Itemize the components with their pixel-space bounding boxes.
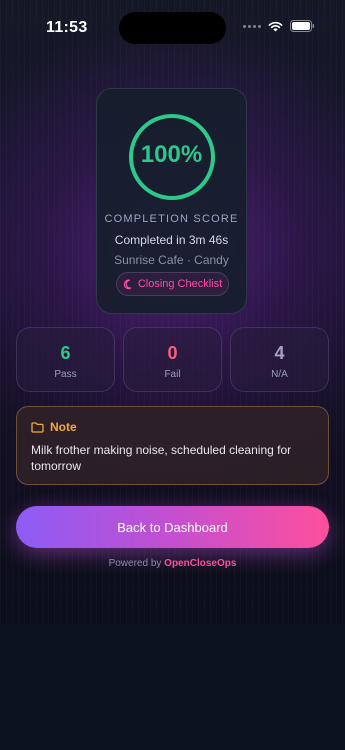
note-text: Milk frother making noise, scheduled cle… bbox=[31, 443, 292, 473]
brand-link[interactable]: OpenCloseOps bbox=[164, 558, 236, 569]
stat-na-label: N/A bbox=[271, 369, 288, 380]
score-value: 100% bbox=[140, 141, 203, 168]
stat-card-fail: 0 Fail bbox=[123, 327, 222, 392]
stat-fail-label: Fail bbox=[164, 369, 181, 380]
location-label: Sunrise Cafe · Candy bbox=[114, 253, 229, 267]
completion-duration: Completed in 3m 46s bbox=[114, 233, 229, 247]
powered-by-prefix: Powered by bbox=[108, 558, 162, 569]
score-label: COMPLETION SCORE bbox=[104, 213, 239, 225]
stat-card-na: 4 N/A bbox=[230, 327, 329, 392]
dynamic-island bbox=[119, 12, 226, 44]
checklist-badge[interactable]: Closing Checklist bbox=[116, 272, 229, 296]
note-header: Note bbox=[31, 420, 77, 434]
stat-pass-label: Pass bbox=[54, 369, 77, 380]
stat-fail-value: 0 bbox=[167, 343, 178, 363]
status-icons bbox=[243, 20, 315, 32]
note-card: Note Milk frother making noise, schedule… bbox=[16, 406, 329, 485]
folder-icon bbox=[31, 421, 44, 433]
status-time: 11:53 bbox=[46, 19, 88, 36]
completion-score-card: 100% COMPLETION SCORE Completed in 3m 46… bbox=[96, 88, 247, 314]
checklist-name: Closing Checklist bbox=[137, 278, 223, 290]
cellular-signal-icon bbox=[243, 24, 261, 28]
bottom-background bbox=[0, 624, 345, 750]
powered-by-footer: Powered by OpenCloseOps bbox=[0, 558, 345, 569]
back-to-dashboard-button[interactable]: Back to Dashboard bbox=[16, 506, 329, 548]
moon-icon bbox=[123, 279, 132, 289]
note-title: Note bbox=[50, 420, 77, 434]
stat-pass-value: 6 bbox=[60, 343, 71, 363]
wifi-icon bbox=[268, 21, 283, 31]
stat-na-value: 4 bbox=[274, 343, 285, 363]
battery-icon bbox=[290, 20, 315, 32]
stat-card-pass: 6 Pass bbox=[16, 327, 115, 392]
